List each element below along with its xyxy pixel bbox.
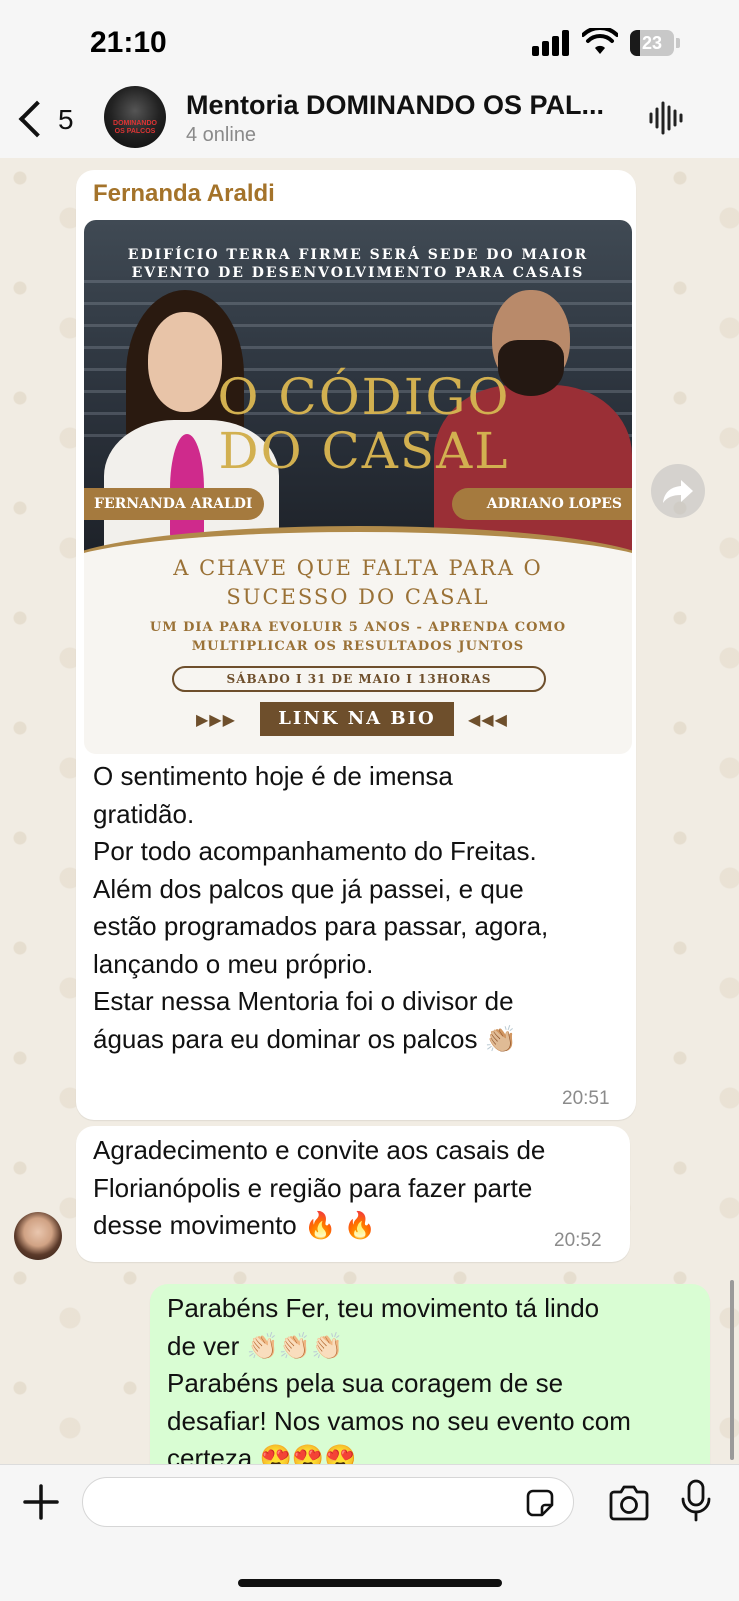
signal-icon xyxy=(532,30,572,56)
flyer-headline: EDIFÍCIO TERRA FIRME SERÁ SEDE DO MAIOR … xyxy=(127,247,589,281)
scrollbar[interactable] xyxy=(730,1280,734,1460)
sender-avatar[interactable] xyxy=(14,1212,62,1260)
status-bar: 21:10 23 xyxy=(0,0,739,84)
flyer-tagline: A CHAVE QUE FALTA PARA O SUCESSO DO CASA… xyxy=(173,556,543,609)
battery-icon: 23 xyxy=(630,30,680,56)
waveform-icon[interactable] xyxy=(648,100,684,136)
status-time: 21:10 xyxy=(90,26,167,59)
flyer-title: O CÓDIGO DO CASAL xyxy=(217,368,511,480)
flyer-date: SÁBADO I 31 DE MAIO I 13HORAS xyxy=(172,666,546,692)
chat-title[interactable]: Mentoria DOMINANDO OS PAL... xyxy=(186,90,616,121)
message-text: Agradecimento e convite aos casais de Fl… xyxy=(93,1135,546,1240)
forward-button[interactable] xyxy=(651,464,705,518)
chevron-left-icon xyxy=(18,100,56,138)
group-avatar[interactable]: DOMINANDO OS PALCOS xyxy=(104,86,166,148)
message-time: 20:51 xyxy=(562,1088,610,1109)
arrows-right-icon: ▶▶▶ xyxy=(196,712,236,729)
microphone-icon[interactable] xyxy=(680,1479,712,1523)
message-bubble[interactable]: Fernanda Araldi EDIFÍCIO TERRA FIRME SER… xyxy=(76,170,636,1120)
name-tag-left: FERNANDA ARALDI xyxy=(84,488,264,520)
plus-icon[interactable] xyxy=(22,1483,60,1521)
arrows-left-icon: ◀◀◀ xyxy=(468,712,508,729)
message-text: O sentimento hoje é de imensa gratidão. … xyxy=(93,761,549,1054)
event-flyer-image[interactable]: EDIFÍCIO TERRA FIRME SERÁ SEDE DO MAIOR … xyxy=(84,220,632,754)
message-composer xyxy=(0,1464,739,1601)
chat-subtitle: 4 online xyxy=(186,124,257,146)
flyer-subtitle: UM DIA PARA EVOLUIR 5 ANOS - APRENDA COM… xyxy=(149,620,567,654)
message-text: Parabéns Fer, teu movimento tá lindo de … xyxy=(167,1293,631,1473)
battery-level: 23 xyxy=(641,33,663,53)
wifi-icon xyxy=(582,28,618,54)
unread-count: 5 xyxy=(58,104,74,135)
name-tag-right: ADRIANO LOPES xyxy=(452,488,632,520)
home-indicator[interactable] xyxy=(238,1579,502,1587)
message-time: 20:52 xyxy=(554,1230,602,1251)
message-bubble[interactable]: Agradecimento e convite aos casais de Fl… xyxy=(76,1126,630,1262)
message-input[interactable] xyxy=(82,1477,574,1527)
chat-header: 5 DOMINANDO OS PALCOS Mentoria DOMINANDO … xyxy=(0,84,739,159)
camera-icon[interactable] xyxy=(608,1485,650,1521)
sticker-icon[interactable] xyxy=(524,1487,556,1519)
back-button[interactable]: 5 xyxy=(18,92,88,148)
forward-icon xyxy=(663,480,693,503)
flyer-link-button: LINK NA BIO xyxy=(260,702,454,736)
sender-name[interactable]: Fernanda Araldi xyxy=(93,180,275,208)
group-avatar-logo: DOMINANDO OS PALCOS xyxy=(113,120,157,135)
message-bubble-outgoing[interactable]: Parabéns Fer, teu movimento tá lindo de … xyxy=(150,1284,710,1484)
